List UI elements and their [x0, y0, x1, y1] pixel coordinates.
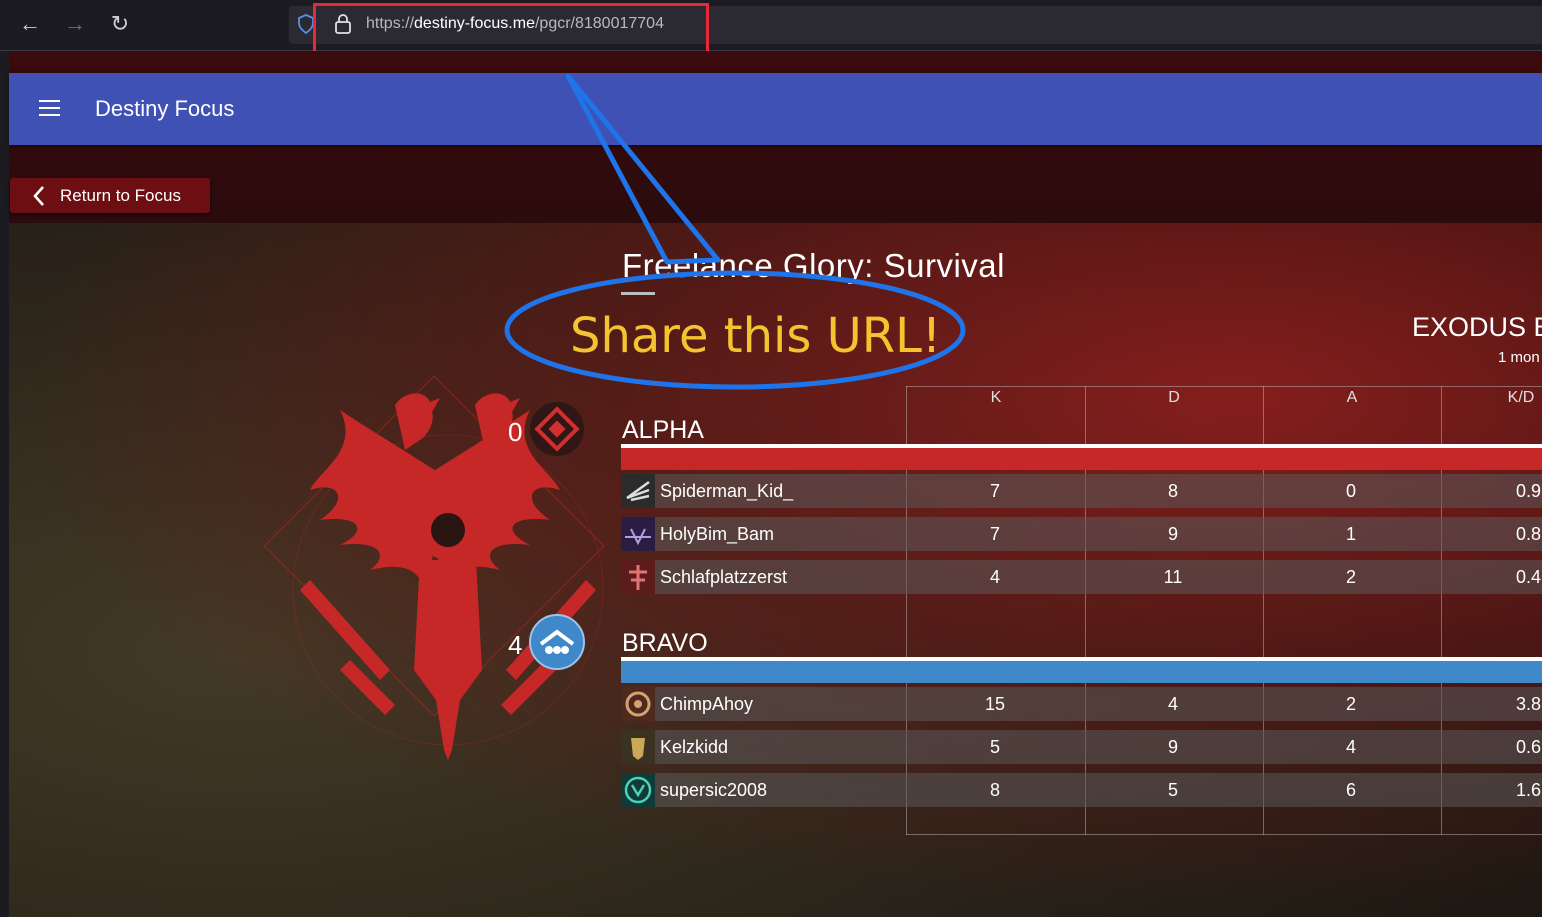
table-bottom-border: [906, 834, 1542, 835]
player-name[interactable]: Kelzkidd: [660, 737, 728, 758]
kills-value: 8: [989, 780, 1000, 800]
kd-value: 0.6: [1515, 737, 1541, 757]
column-header-kd[interactable]: K/D: [1501, 389, 1541, 407]
alpha-team-badge-icon: [530, 402, 584, 456]
table-row[interactable]: supersic2008 8 5 6 1.6: [621, 773, 1542, 807]
kd-value: 1.6: [1515, 780, 1541, 800]
kills-value: 7: [989, 481, 1000, 501]
alpha-score: 0: [508, 417, 523, 447]
player-emblem-icon: [621, 687, 655, 721]
player-emblem-icon: [621, 730, 655, 764]
kills-value: 15: [984, 694, 1006, 714]
player-name[interactable]: Spiderman_Kid_: [660, 481, 793, 502]
kills-value: 4: [989, 567, 1000, 587]
table-row[interactable]: Kelzkidd 5 9 4 0.6: [621, 730, 1542, 764]
player-emblem-icon: [621, 560, 655, 594]
column-header-deaths[interactable]: D: [1154, 389, 1194, 407]
kills-value: 7: [989, 524, 1000, 544]
team-name-bravo: BRAVO: [622, 629, 708, 657]
player-name[interactable]: supersic2008: [660, 780, 767, 801]
hamburger-menu-icon[interactable]: [39, 100, 60, 116]
deaths-value: 9: [1167, 524, 1178, 544]
assists-value: 0: [1345, 481, 1356, 501]
assists-value: 2: [1345, 567, 1356, 587]
player-emblem-icon: [621, 517, 655, 551]
bravo-score: 4: [508, 630, 523, 660]
player-name[interactable]: ChimpAhoy: [660, 694, 753, 715]
map-name: EXODUS B: [1412, 312, 1542, 342]
alpha-team-bar: [621, 444, 1542, 470]
return-to-focus-label[interactable]: Return to Focus: [60, 186, 181, 206]
back-arrow-icon[interactable]: ←: [18, 12, 42, 36]
table-top-border: [906, 386, 1542, 387]
kills-value: 5: [989, 737, 1000, 757]
assists-value: 4: [1345, 737, 1356, 757]
match-time: 1 mon: [1498, 349, 1540, 366]
table-row[interactable]: ChimpAhoy 15 4 2 3.8: [621, 687, 1542, 721]
column-header-kills[interactable]: K: [976, 389, 1016, 407]
table-row[interactable]: HolyBim_Bam 7 9 1 0.8: [621, 517, 1542, 551]
assists-value: 1: [1345, 524, 1356, 544]
forward-arrow-icon[interactable]: →: [63, 12, 87, 36]
kd-value: 3.8: [1515, 694, 1541, 714]
bravo-team-badge-icon: [529, 614, 585, 670]
column-header-assists[interactable]: A: [1332, 389, 1372, 407]
title-underline: [621, 292, 655, 295]
kd-value: 0.9: [1515, 481, 1541, 501]
deaths-value: 5: [1167, 780, 1178, 800]
deaths-value: 4: [1167, 694, 1178, 714]
shield-icon[interactable]: [298, 14, 314, 34]
chevron-left-icon: [33, 186, 44, 206]
table-row[interactable]: Schlafplatzzerst 4 11 2 0.4: [621, 560, 1542, 594]
team-name-alpha: ALPHA: [622, 416, 704, 444]
app-title: Destiny Focus: [95, 96, 235, 121]
activity-mode-title: Freelance Glory: Survival: [622, 247, 1005, 284]
player-emblem-icon: [621, 773, 655, 807]
app-bar: [9, 73, 1542, 145]
assists-value: 6: [1345, 780, 1356, 800]
deaths-value: 8: [1167, 481, 1178, 501]
deaths-value: 9: [1167, 737, 1178, 757]
deaths-value: 11: [1163, 567, 1183, 587]
kd-value: 0.8: [1515, 524, 1541, 544]
kd-value: 0.4: [1515, 567, 1541, 587]
table-row[interactable]: Spiderman_Kid_ 7 8 0 0.9: [621, 474, 1542, 508]
assists-value: 2: [1345, 694, 1356, 714]
player-emblem-icon: [621, 474, 655, 508]
share-url-annotation: Share this URL!: [570, 308, 942, 364]
bravo-team-bar: [621, 657, 1542, 683]
player-name[interactable]: Schlafplatzzerst: [660, 567, 787, 588]
player-name[interactable]: HolyBim_Bam: [660, 524, 774, 545]
reload-icon[interactable]: ↻: [108, 12, 132, 36]
